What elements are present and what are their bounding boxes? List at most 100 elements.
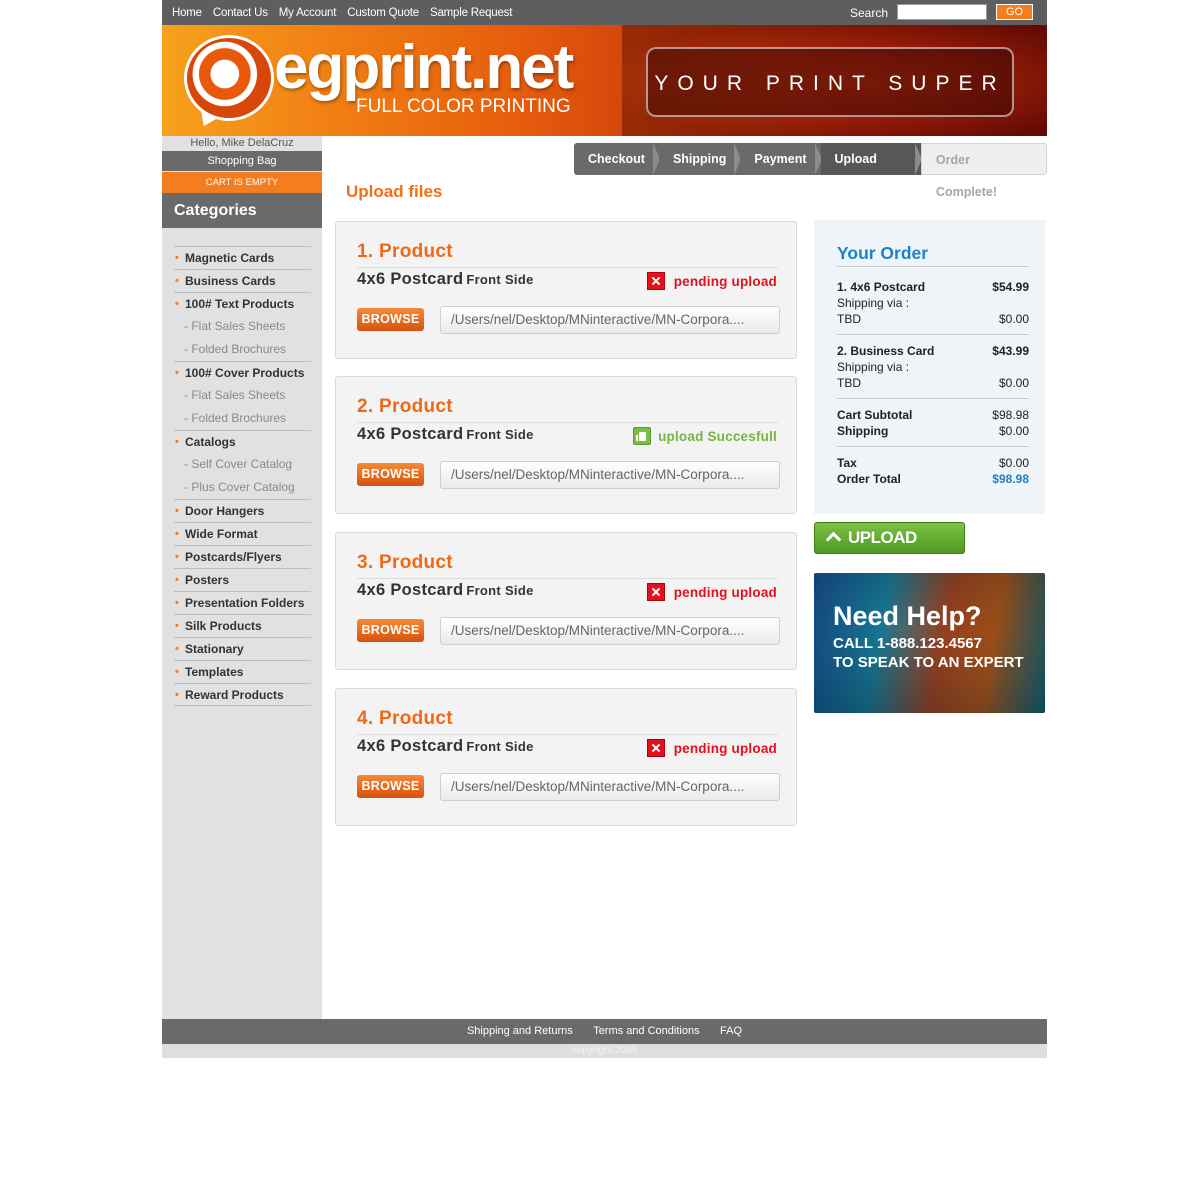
divider [357, 267, 778, 268]
footer-link-shipping-returns[interactable]: Shipping and Returns [467, 1025, 573, 1037]
category-item[interactable]: Reward Products [174, 683, 311, 706]
help-title: Need Help? [833, 601, 982, 631]
divider [837, 446, 1029, 447]
browse-button[interactable]: BROWSE [357, 463, 424, 486]
header-banner: egprint.net FULL COLOR PRINTING YOUR PRI… [162, 25, 1047, 136]
nav-link-home[interactable]: Home [172, 7, 202, 19]
footer-link-faq[interactable]: FAQ [720, 1025, 742, 1037]
order-summary-title: Your Order [837, 243, 929, 263]
search-go-button[interactable]: GO [996, 4, 1033, 20]
order-item-price: $43.99 [992, 344, 1029, 358]
brand-tagline: FULL COLOR PRINTING [356, 96, 571, 117]
file-path-field[interactable]: /Users/nel/Desktop/MNinteractive/MN-Corp… [440, 306, 780, 334]
nav-link-contact-us[interactable]: Contact Us [213, 7, 268, 19]
logo-icon[interactable] [184, 35, 274, 121]
browse-button[interactable]: BROWSE [357, 775, 424, 798]
product-panel: 4. Product 4x6 Postcard Front Side pendin… [335, 688, 797, 826]
product-name: 4x6 Postcard Front Side [357, 425, 534, 444]
step-checkout[interactable]: Checkout [574, 143, 660, 175]
footer: Shipping and Returns Terms and Condition… [162, 1019, 1047, 1044]
upload-status: pending upload [646, 583, 777, 601]
order-item-price: $54.99 [992, 280, 1029, 294]
left-sidebar: Hello, Mike DelaCruz Shopping Bag CART I… [162, 136, 322, 1019]
divider [837, 334, 1029, 335]
category-item[interactable]: Magnetic Cards [174, 246, 311, 269]
category-item[interactable]: Posters [174, 568, 311, 591]
tax-label: Tax [837, 456, 857, 470]
product-number: 3. Product [357, 552, 453, 573]
search-label: Search [850, 6, 889, 20]
brand-name[interactable]: egprint.net [274, 37, 574, 99]
product-side: Front Side [466, 272, 534, 287]
nav-link-my-account[interactable]: My Account [279, 7, 337, 19]
category-item[interactable]: Business Cards [174, 269, 311, 292]
category-item[interactable]: Stationary [174, 637, 311, 660]
product-name: 4x6 Postcard Front Side [357, 737, 534, 756]
file-path-field[interactable]: /Users/nel/Desktop/MNinteractive/MN-Corp… [440, 773, 780, 801]
error-x-icon [646, 739, 665, 757]
nav-link-sample-request[interactable]: Sample Request [430, 7, 512, 19]
category-item[interactable]: Wide Format [174, 522, 311, 545]
top-nav: Home Contact Us My Account Custom Quote … [162, 0, 1047, 25]
order-item: 1. 4x6 Postcard $54.99 Shipping via : TBD… [837, 279, 1029, 327]
order-item-ship-label: Shipping via : [837, 296, 910, 310]
category-item[interactable]: 100# Text Products [174, 292, 311, 315]
shipping-value: $0.00 [998, 424, 1029, 438]
category-item[interactable]: Postcards/Flyers [174, 545, 311, 568]
order-item-ship-label: Shipping via : [837, 360, 910, 374]
file-path-field[interactable]: /Users/nel/Desktop/MNinteractive/MN-Corp… [440, 461, 780, 489]
order-total-label: Order Total [837, 472, 901, 486]
upload-status-text: pending upload [673, 273, 777, 289]
help-text: CALL 1-888.123.4567 TO SPEAK TO AN EXPER… [833, 634, 1024, 672]
category-item[interactable]: Silk Products [174, 614, 311, 637]
shopping-bag-link[interactable]: Shopping Bag [162, 151, 322, 171]
category-subitem[interactable]: - Folded Brochures [174, 338, 311, 361]
divider [357, 422, 778, 423]
product-side: Front Side [466, 427, 534, 442]
product-number: 1. Product [357, 241, 453, 262]
step-shipping[interactable]: Shipping [658, 143, 742, 175]
product-side: Front Side [466, 583, 534, 598]
order-item-ship-method: TBD [837, 312, 861, 326]
divider [357, 734, 778, 735]
category-subitem[interactable]: - Folded Brochures [174, 407, 311, 430]
category-item[interactable]: Presentation Folders [174, 591, 311, 614]
category-item[interactable]: Templates [174, 660, 311, 683]
nav-link-custom-quote[interactable]: Custom Quote [347, 7, 419, 19]
order-item-ship-price: $0.00 [998, 376, 1029, 390]
category-item[interactable]: 100# Cover Products [174, 361, 311, 384]
thumbs-up-icon [633, 427, 652, 445]
help-subtext: TO SPEAK TO AN EXPERT [833, 654, 1024, 671]
category-subitem[interactable]: - Plus Cover Catalog [174, 476, 311, 499]
step-payment[interactable]: Payment [740, 143, 822, 175]
product-number: 2. Product [357, 396, 453, 417]
browse-button[interactable]: BROWSE [357, 619, 424, 642]
chevron-up-icon [825, 531, 842, 548]
footer-link-terms[interactable]: Terms and Conditions [593, 1025, 699, 1037]
category-subitem[interactable]: - Flat Sales Sheets [174, 384, 311, 407]
upload-status: upload Succesfull [633, 427, 777, 445]
product-name: 4x6 Postcard Front Side [357, 270, 534, 289]
help-banner[interactable]: Need Help? CALL 1-888.123.4567 TO SPEAK … [814, 573, 1045, 713]
help-phone: CALL 1-888.123.4567 [833, 635, 982, 652]
category-item[interactable]: Door Hangers [174, 499, 311, 522]
page-wrapper: Home Contact Us My Account Custom Quote … [162, 0, 1047, 1058]
step-upload-files[interactable]: Upload Files [820, 143, 923, 198]
product-name-text: 4x6 Postcard [357, 270, 464, 288]
order-item-name: 2. Business Card [837, 344, 935, 358]
order-item: 2. Business Card $43.99 Shipping via : TB… [837, 343, 1029, 391]
upload-files-button[interactable]: UPLOAD FILES [814, 522, 965, 577]
search-input[interactable] [897, 4, 987, 20]
category-subitem[interactable]: - Flat Sales Sheets [174, 315, 311, 338]
product-number: 4. Product [357, 708, 453, 729]
file-path-field[interactable]: /Users/nel/Desktop/MNinteractive/MN-Corp… [440, 617, 780, 645]
shipping-label: Shipping [837, 424, 889, 438]
category-item[interactable]: Catalogs [174, 430, 311, 453]
product-name: 4x6 Postcard Front Side [357, 581, 534, 600]
subtotal-value: $98.98 [992, 408, 1029, 422]
order-item-ship-method: TBD [837, 376, 861, 390]
order-totals: Tax $0.00 Order Total $98.98 [837, 455, 1029, 487]
upload-status: pending upload [646, 272, 777, 290]
browse-button[interactable]: BROWSE [357, 308, 424, 331]
category-subitem[interactable]: - Self Cover Catalog [174, 453, 311, 476]
